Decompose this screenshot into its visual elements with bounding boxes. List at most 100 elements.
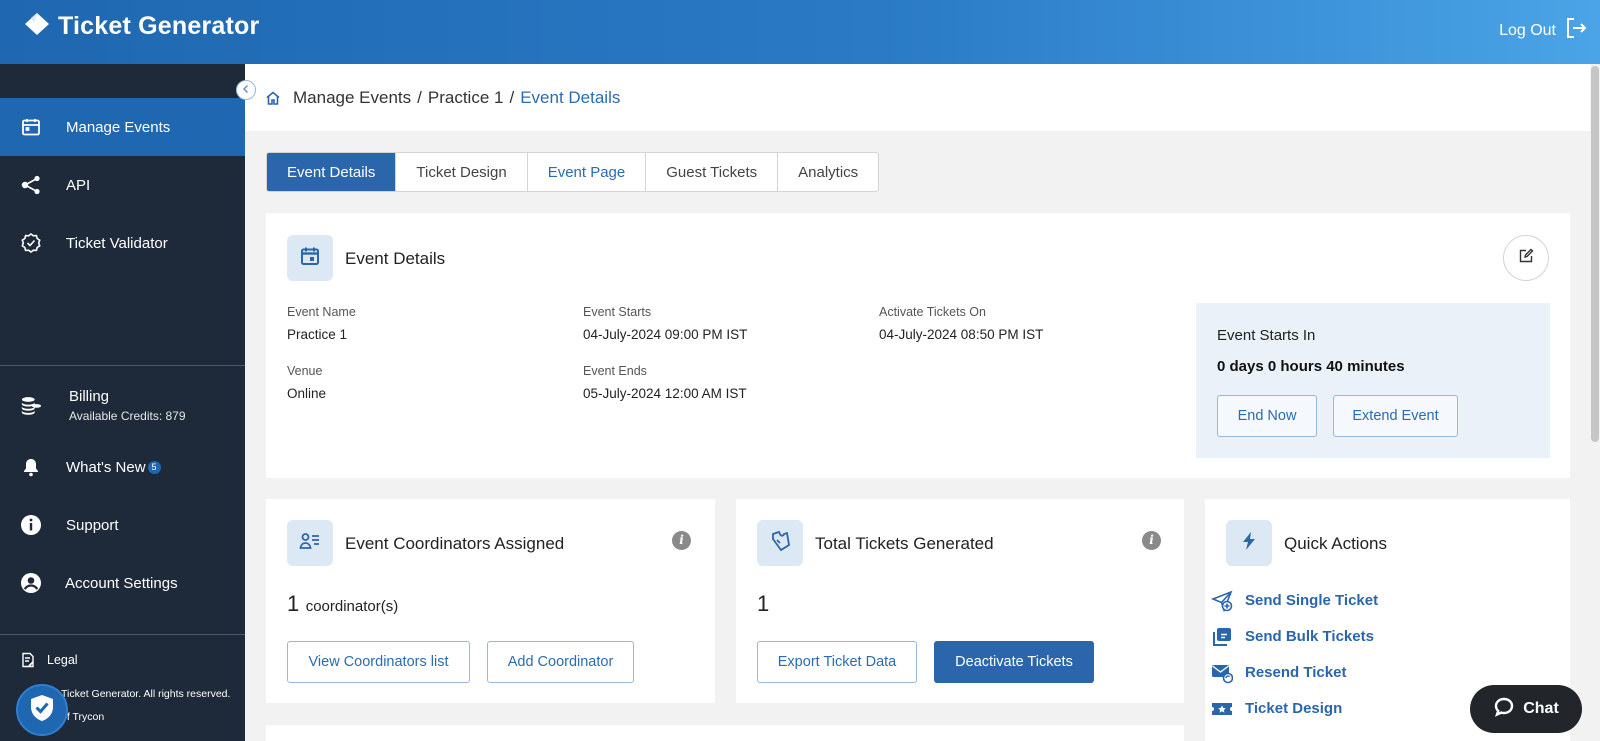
send-icon bbox=[1211, 590, 1233, 612]
sidebar-item-label: Account Settings bbox=[65, 574, 178, 592]
event-name-value: Practice 1 bbox=[287, 327, 348, 342]
user-circle-icon bbox=[20, 572, 42, 594]
stack-icon bbox=[1211, 626, 1233, 648]
activate-tickets-value: 04-July-2024 08:50 PM IST bbox=[879, 327, 1044, 342]
tickets-icon bbox=[769, 530, 791, 557]
quick-action-label: Send Single Ticket bbox=[1245, 592, 1379, 609]
tab-ticket-design[interactable]: Ticket Design bbox=[396, 153, 528, 191]
legal-label: Legal bbox=[47, 653, 78, 667]
event-name-label: Event Name bbox=[287, 305, 356, 319]
resend-ticket-link[interactable]: Resend Ticket bbox=[1212, 664, 1346, 683]
edit-event-button[interactable] bbox=[1503, 235, 1549, 281]
diamond-logo-icon bbox=[22, 10, 52, 43]
bell-icon bbox=[20, 456, 42, 478]
coins-icon bbox=[20, 394, 42, 416]
sidebar-item-label: Ticket Validator bbox=[66, 234, 168, 252]
event-details-icon-box bbox=[287, 235, 333, 281]
breadcrumb-event[interactable]: Practice 1 bbox=[428, 88, 504, 108]
breadcrumb-manage-events[interactable]: Manage Events bbox=[293, 88, 411, 108]
sidebar-item-account-settings[interactable]: Account Settings bbox=[0, 554, 245, 612]
ticket-count: 1 bbox=[757, 591, 770, 616]
send-single-ticket-link[interactable]: Send Single Ticket bbox=[1211, 590, 1379, 612]
mail-refresh-icon bbox=[1211, 662, 1233, 684]
breadcrumb-separator: / bbox=[509, 87, 515, 107]
breadcrumb: Manage Events / Practice 1 / Event Detai… bbox=[245, 64, 1600, 131]
scrollbar-thumb[interactable] bbox=[1591, 66, 1599, 442]
chevron-left-icon bbox=[241, 81, 251, 99]
lightning-icon bbox=[1241, 531, 1257, 556]
tickets-icon-box bbox=[757, 520, 803, 566]
tab-event-details[interactable]: Event Details bbox=[267, 153, 397, 191]
quick-action-label: Ticket Design bbox=[1245, 700, 1343, 717]
send-bulk-tickets-link[interactable]: Send Bulk Tickets bbox=[1213, 627, 1374, 646]
export-ticket-data-button[interactable]: Export Ticket Data bbox=[757, 641, 917, 683]
breadcrumb-current: Event Details bbox=[520, 87, 621, 107]
info-icon[interactable]: i bbox=[1142, 531, 1161, 550]
tab-analytics[interactable]: Analytics bbox=[778, 153, 878, 191]
coordinator-count-row: 1 coordinator(s) bbox=[287, 591, 398, 617]
billing-text: Billing Available Credits: 879 bbox=[69, 388, 186, 423]
whats-new-text: What's New 5 bbox=[66, 459, 161, 476]
countdown-value: 0 days 0 hours 40 minutes bbox=[1217, 358, 1405, 375]
event-starts-label: Event Starts bbox=[583, 305, 652, 319]
chat-button[interactable]: Chat bbox=[1470, 685, 1582, 733]
sidebar-item-manage-events[interactable]: Manage Events bbox=[0, 98, 245, 156]
breadcrumb-separator: / bbox=[417, 87, 422, 107]
security-badge-button[interactable] bbox=[16, 684, 68, 736]
venue-value: Online bbox=[287, 386, 327, 401]
sidebar: Manage Events API Ticket Validator Billi… bbox=[0, 64, 245, 741]
info-circle-icon bbox=[20, 514, 42, 536]
brand-title: Ticket Generator bbox=[58, 12, 260, 40]
info-icon[interactable]: i bbox=[672, 531, 691, 550]
countdown-title: Event Starts In bbox=[1217, 327, 1316, 344]
quick-actions-title: Quick Actions bbox=[1284, 534, 1387, 553]
event-details-title: Event Details bbox=[345, 249, 446, 268]
end-now-button[interactable]: End Now bbox=[1217, 395, 1317, 437]
venue-label: Venue bbox=[287, 364, 323, 378]
event-ends-value: 05-July-2024 12:00 AM IST bbox=[583, 386, 747, 401]
coordinator-unit: coordinator(s) bbox=[305, 598, 399, 615]
sidebar-item-label: Manage Events bbox=[66, 118, 171, 136]
logout-icon bbox=[1564, 16, 1588, 45]
top-header: Ticket Generator Log Out bbox=[0, 0, 1600, 64]
view-coordinators-button[interactable]: View Coordinators list bbox=[287, 641, 470, 683]
sidebar-item-support[interactable]: Support bbox=[0, 496, 245, 554]
edit-icon bbox=[1518, 248, 1534, 269]
logout-button[interactable]: Log Out bbox=[1499, 16, 1588, 45]
document-pen-icon bbox=[20, 652, 36, 668]
event-starts-value: 04-July-2024 09:00 PM IST bbox=[583, 327, 748, 342]
badge-check-icon bbox=[20, 232, 42, 254]
calendar-icon bbox=[20, 116, 42, 138]
coordinators-title: Event Coordinators Assigned bbox=[345, 534, 565, 553]
add-coordinator-button[interactable]: Add Coordinator bbox=[487, 641, 634, 683]
sidebar-item-api[interactable]: API bbox=[0, 156, 245, 214]
deactivate-tickets-button[interactable]: Deactivate Tickets bbox=[934, 641, 1094, 683]
share-nodes-icon bbox=[20, 174, 42, 196]
tab-event-page[interactable]: Event Page bbox=[528, 153, 647, 191]
sidebar-item-whats-new[interactable]: What's New 5 bbox=[0, 438, 245, 496]
brand-logo[interactable]: Ticket Generator bbox=[22, 10, 259, 43]
ticket-design-link[interactable]: Ticket Design bbox=[1212, 700, 1343, 717]
billing-label: Billing bbox=[69, 387, 110, 405]
sidebar-item-label: API bbox=[66, 176, 91, 194]
whats-new-label: What's New bbox=[66, 458, 146, 476]
tickets-title: Total Tickets Generated bbox=[815, 534, 994, 553]
logout-label: Log Out bbox=[1499, 21, 1556, 39]
tab-guest-tickets[interactable]: Guest Tickets bbox=[646, 153, 779, 191]
sidebar-item-billing[interactable]: Billing Available Credits: 879 bbox=[0, 374, 245, 436]
next-section-card bbox=[266, 725, 1184, 741]
available-credits: Available Credits: 879 bbox=[69, 408, 186, 423]
sidebar-item-legal[interactable]: Legal bbox=[0, 646, 245, 674]
ticket-icon bbox=[1211, 698, 1233, 720]
collapse-sidebar-button[interactable] bbox=[236, 80, 256, 100]
activate-tickets-label: Activate Tickets On bbox=[879, 305, 986, 319]
coordinators-icon-box bbox=[287, 520, 333, 566]
notification-badge: 5 bbox=[147, 461, 161, 475]
coordinator-count: 1 bbox=[287, 591, 300, 616]
shield-check-icon bbox=[28, 693, 56, 728]
contact-card-icon bbox=[299, 531, 321, 556]
sidebar-item-label: Support bbox=[66, 516, 119, 534]
extend-event-button[interactable]: Extend Event bbox=[1333, 395, 1458, 437]
sidebar-item-ticket-validator[interactable]: Ticket Validator bbox=[0, 214, 245, 272]
home-icon[interactable] bbox=[265, 90, 281, 106]
